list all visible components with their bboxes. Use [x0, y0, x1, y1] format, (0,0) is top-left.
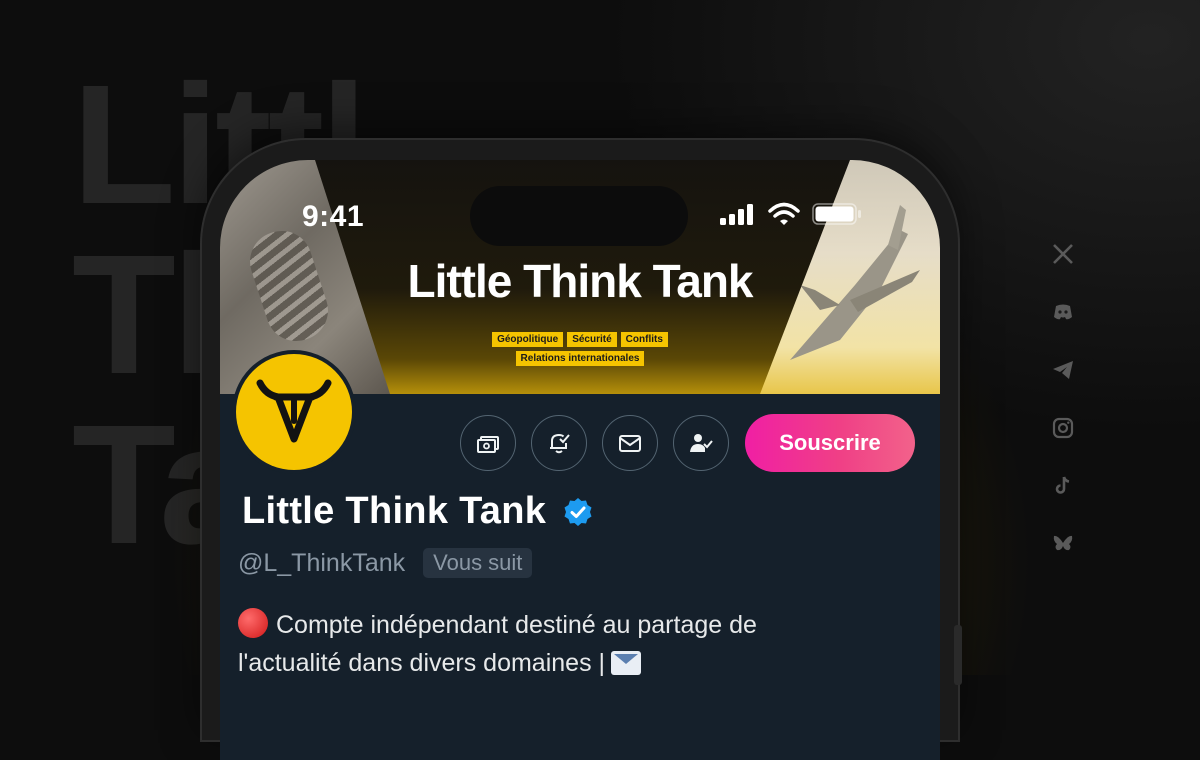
- tag-securite: Sécurité: [567, 332, 617, 347]
- phone-side-button: [954, 625, 962, 685]
- profile-screen: 9:41 Little Think Tank Géopolitique Sécu…: [220, 160, 940, 760]
- money-icon: [477, 436, 499, 453]
- battery-icon: [812, 203, 861, 225]
- person-check-icon: [690, 434, 713, 452]
- notifications-button[interactable]: [531, 415, 587, 471]
- telegram-icon: [1049, 356, 1077, 384]
- social-icons: [1040, 240, 1086, 558]
- avatar[interactable]: [232, 350, 356, 474]
- tag-geopolitique: Géopolitique: [492, 332, 564, 347]
- bell-check-icon: [550, 433, 570, 454]
- envelope-icon: [619, 435, 641, 452]
- dynamic-island: [470, 186, 688, 246]
- bio-line-2: l'actualité dans divers domaines |: [238, 649, 606, 677]
- instagram-icon: [1049, 414, 1077, 442]
- following-button[interactable]: [673, 415, 729, 471]
- profile-banner: 9:41 Little Think Tank Géopolitique Sécu…: [220, 160, 940, 394]
- tag-relations-internationales: Relations internationales: [515, 351, 645, 366]
- bio-line-1: Compte indépendant destiné au partage de: [276, 611, 757, 639]
- profile-handle-row: @L_ThinkTank Vous suit: [238, 548, 533, 578]
- banner-title: Little Think Tank: [407, 255, 753, 307]
- discord-icon: [1049, 298, 1077, 326]
- subscribe-button[interactable]: Souscrire: [745, 414, 915, 472]
- bluesky-icon: [1049, 530, 1077, 558]
- status-icons: [720, 202, 862, 226]
- profile-actions: Souscrire: [460, 414, 915, 472]
- profile-name-row: Little Think Tank: [242, 490, 594, 533]
- profile-bio: Compte indépendant destiné au partage de…: [238, 606, 928, 682]
- wifi-icon: [768, 202, 800, 225]
- follows-you-badge: Vous suit: [423, 548, 533, 578]
- verified-badge-icon: [564, 497, 592, 526]
- tiktok-icon: [1049, 472, 1077, 500]
- ox-logo-icon: [236, 354, 352, 470]
- red-circle-icon: [238, 608, 268, 638]
- status-time: 9:41: [302, 200, 365, 233]
- tag-conflits: Conflits: [620, 332, 668, 347]
- email-icon: [611, 651, 642, 675]
- message-button[interactable]: [602, 415, 658, 471]
- phone-frame: 9:41 Little Think Tank Géopolitique Sécu…: [202, 140, 958, 760]
- signal-icon: [720, 204, 753, 225]
- tip-button[interactable]: [460, 415, 516, 471]
- x-icon: [1049, 240, 1077, 268]
- profile-handle: @L_ThinkTank: [238, 548, 406, 577]
- profile-name: Little Think Tank: [242, 490, 547, 532]
